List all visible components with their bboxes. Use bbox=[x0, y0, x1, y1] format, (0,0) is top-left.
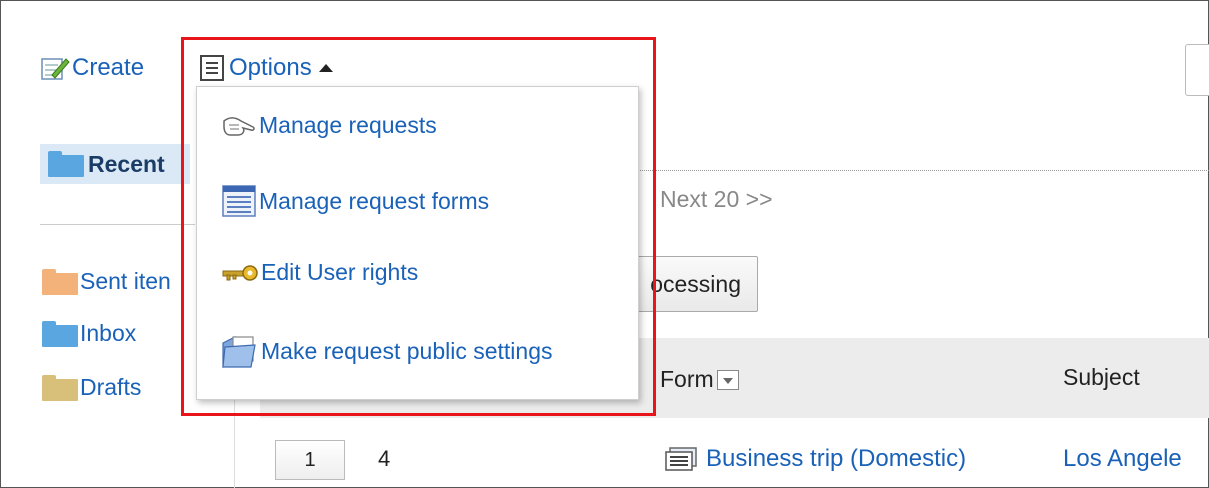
sidebar-item-recent[interactable]: Recent bbox=[40, 144, 190, 184]
column-header-form[interactable]: Form bbox=[660, 366, 739, 393]
create-icon bbox=[40, 55, 70, 81]
search-input[interactable] bbox=[1185, 44, 1209, 96]
column-header-label: Form bbox=[660, 366, 714, 392]
row-subject-link[interactable]: Los Angele bbox=[1063, 445, 1182, 473]
column-header-subject: Subject bbox=[1063, 364, 1140, 390]
create-button[interactable]: Create bbox=[40, 54, 144, 82]
blue-folder-icon bbox=[48, 151, 84, 177]
sidebar-divider bbox=[40, 224, 195, 225]
sidebar-item-inbox[interactable]: Inbox bbox=[42, 320, 136, 347]
row-form-link[interactable]: Business trip (Domestic) bbox=[662, 445, 966, 473]
form-icon bbox=[662, 446, 704, 472]
processing-label: ocessing bbox=[650, 270, 741, 297]
sidebar-item-sent[interactable]: Sent iten bbox=[42, 268, 171, 295]
next-page-link[interactable]: Next 20 >> bbox=[660, 186, 773, 213]
sidebar-item-drafts[interactable]: Drafts bbox=[42, 374, 141, 401]
row-form-label: Business trip (Domestic) bbox=[706, 445, 967, 472]
sort-dropdown-icon[interactable] bbox=[716, 369, 739, 390]
tan-folder-icon bbox=[42, 374, 78, 401]
sidebar-item-label: Drafts bbox=[80, 374, 142, 400]
row-count: 4 bbox=[378, 446, 391, 471]
row-number-button[interactable]: 1 bbox=[275, 440, 345, 480]
create-label: Create bbox=[72, 54, 145, 81]
dotted-divider bbox=[640, 170, 1209, 171]
blue-folder-icon bbox=[42, 320, 78, 347]
highlight-box bbox=[181, 37, 656, 416]
sidebar-item-label: Recent bbox=[88, 150, 165, 177]
orange-folder-icon bbox=[42, 268, 78, 295]
sidebar-item-label: Inbox bbox=[80, 320, 137, 346]
sidebar-item-label: Sent iten bbox=[80, 268, 171, 294]
